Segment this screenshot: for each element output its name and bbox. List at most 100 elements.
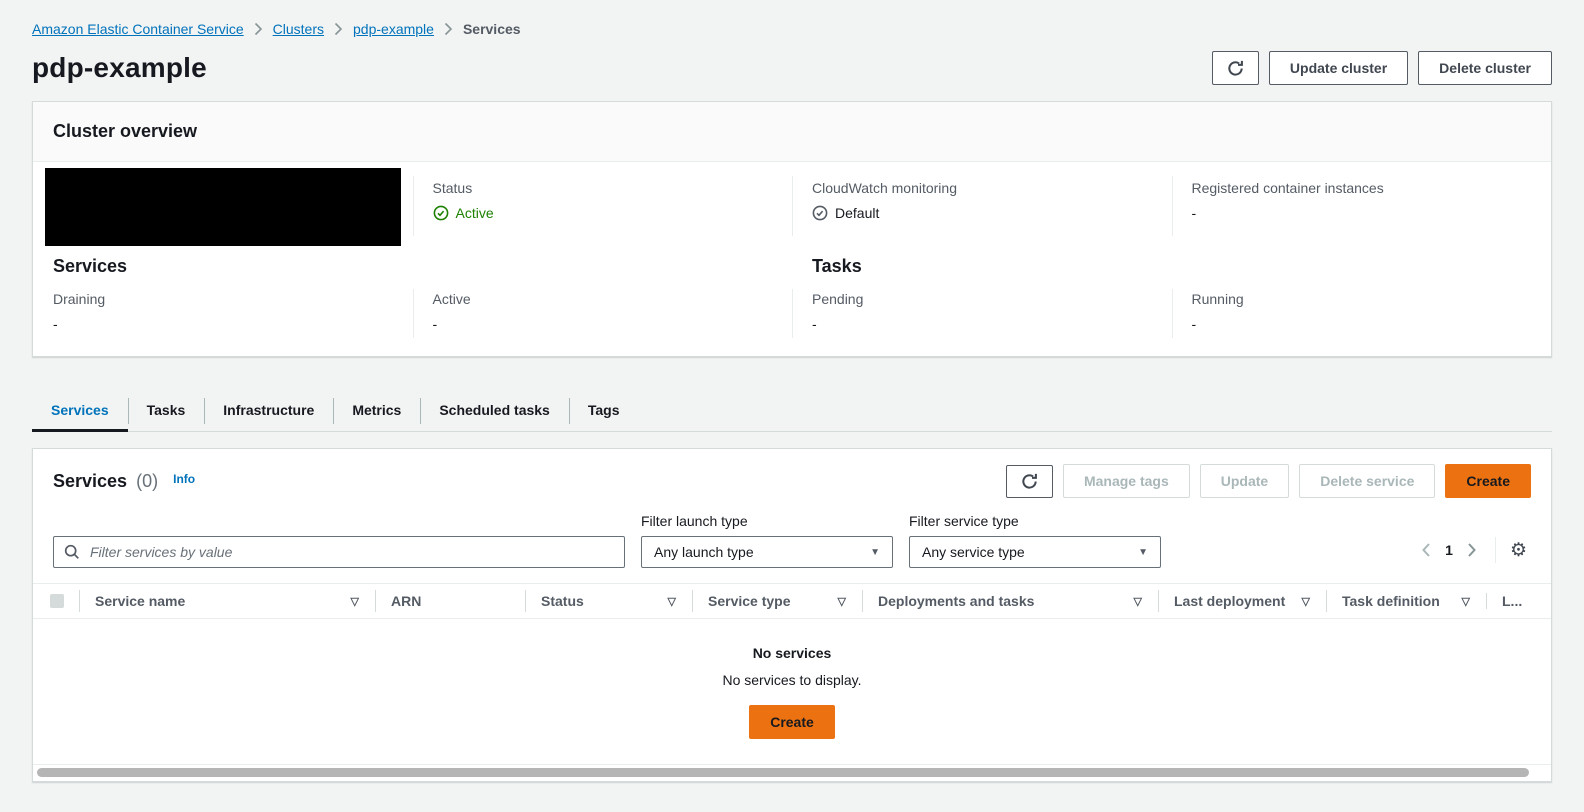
column-label: Service type: [708, 593, 791, 609]
column-header-service-type[interactable]: Service type ▽: [692, 593, 862, 609]
filter-icon[interactable]: ▽: [668, 595, 676, 608]
active-services-value: -: [432, 316, 438, 332]
delete-cluster-button[interactable]: Delete cluster: [1418, 51, 1552, 85]
refresh-icon: [1226, 59, 1245, 78]
check-circle-icon: [812, 205, 828, 221]
breadcrumb-chevron-icon: [254, 22, 263, 36]
previous-page-button[interactable]: [1413, 538, 1439, 562]
info-link[interactable]: Info: [173, 472, 195, 486]
column-header-launch-type[interactable]: L...: [1486, 593, 1551, 609]
filter-launch-type-label: Filter launch type: [641, 513, 748, 529]
draining-cell: Draining -: [33, 279, 413, 356]
status-cell: Status Active: [412, 162, 793, 246]
caret-down-icon: ▼: [870, 546, 880, 558]
breadcrumb-chevron-icon: [334, 22, 343, 36]
draining-value: -: [53, 316, 58, 332]
refresh-services-button[interactable]: [1005, 464, 1053, 498]
search-icon: [64, 544, 80, 560]
column-header-last-deployment[interactable]: Last deployment ▽: [1158, 593, 1326, 609]
gear-icon[interactable]: ⚙: [1506, 539, 1531, 562]
manage-tags-button[interactable]: Manage tags: [1062, 464, 1190, 498]
breadcrumb-current: Services: [462, 21, 521, 37]
services-panel-title-text: Services: [53, 470, 128, 491]
launch-type-select[interactable]: Any launch type ▼: [641, 536, 893, 568]
current-page-number[interactable]: 1: [1439, 542, 1459, 558]
column-header-arn[interactable]: ARN: [375, 593, 525, 609]
registered-instances-label: Registered container instances: [1191, 180, 1384, 196]
column-label: Deployments and tasks: [878, 593, 1035, 609]
empty-state-message: No services to display.: [722, 672, 862, 688]
column-header-status[interactable]: Status ▽: [525, 593, 692, 609]
column-header-deployments[interactable]: Deployments and tasks ▽: [862, 593, 1158, 609]
column-header-task-definition[interactable]: Task definition ▽: [1326, 593, 1486, 609]
tab-scheduled-tasks[interactable]: Scheduled tasks: [420, 391, 569, 431]
create-service-button[interactable]: Create: [1445, 464, 1531, 498]
pending-tasks-label: Pending: [812, 291, 864, 307]
caret-down-icon: ▼: [1138, 546, 1148, 558]
cluster-overview-title: Cluster overview: [33, 102, 1551, 162]
filter-icon[interactable]: ▽: [838, 595, 846, 608]
filter-icon[interactable]: ▽: [351, 595, 359, 608]
select-all-checkbox[interactable]: [50, 594, 64, 608]
next-page-button[interactable]: [1459, 538, 1485, 562]
header-actions: Update cluster Delete cluster: [1211, 51, 1552, 85]
cloudwatch-value: Default: [835, 205, 880, 221]
tab-tags[interactable]: Tags: [568, 391, 639, 431]
filter-icon[interactable]: ▽: [1302, 595, 1310, 608]
services-panel-actions: Manage tags Update Delete service Create: [1005, 464, 1531, 498]
pagination-divider: [1494, 537, 1496, 563]
services-panel-title: Services (0) Info: [53, 471, 195, 492]
breadcrumb: Amazon Elastic Container Service Cluster…: [32, 0, 1552, 37]
registered-instances-cell: Registered container instances -: [1171, 162, 1552, 246]
column-label: Status: [541, 593, 584, 609]
filter-icon[interactable]: ▽: [1134, 595, 1142, 608]
status-value: Active: [455, 205, 494, 221]
service-type-selected-value: Any service type: [922, 544, 1025, 560]
cluster-overview-card: Cluster overview Status Active CloudWatc…: [32, 101, 1552, 357]
status-label: Status: [432, 180, 473, 196]
redacted-cluster-info: [45, 168, 401, 246]
running-tasks-cell: Running -: [1171, 279, 1552, 356]
empty-state-title: No services: [752, 645, 832, 661]
breadcrumb-link-cluster-name[interactable]: pdp-example: [353, 21, 434, 37]
running-tasks-label: Running: [1191, 291, 1244, 307]
pagination: 1 ⚙: [1413, 537, 1531, 568]
column-label: Last deployment: [1174, 593, 1286, 609]
refresh-cluster-button[interactable]: [1211, 51, 1259, 85]
filter-icon[interactable]: ▽: [1462, 595, 1470, 608]
chevron-right-icon: [1467, 542, 1477, 558]
empty-state: No services No services to display. Crea…: [33, 619, 1551, 739]
cluster-tabs: Services Tasks Infrastructure Metrics Sc…: [32, 391, 1552, 432]
pending-tasks-cell: Pending -: [792, 279, 1172, 356]
update-service-button[interactable]: Update: [1199, 464, 1290, 498]
tab-metrics[interactable]: Metrics: [333, 391, 420, 431]
column-header-service-name[interactable]: Service name ▽: [79, 593, 375, 609]
breadcrumb-link-clusters[interactable]: Clusters: [273, 21, 324, 37]
tab-infrastructure[interactable]: Infrastructure: [204, 391, 333, 431]
update-cluster-button[interactable]: Update cluster: [1268, 51, 1409, 85]
create-service-empty-button[interactable]: Create: [749, 705, 835, 739]
cluster-name-cell: [33, 162, 413, 246]
registered-instances-value: -: [1191, 205, 1197, 221]
active-services-cell: Active -: [412, 279, 793, 356]
tab-services[interactable]: Services: [32, 391, 128, 432]
horizontal-scrollbar-thumb[interactable]: [37, 768, 1529, 777]
services-filter-input[interactable]: [88, 543, 614, 561]
active-services-label: Active: [432, 291, 471, 307]
breadcrumb-link-ecs[interactable]: Amazon Elastic Container Service: [32, 21, 244, 37]
service-type-select[interactable]: Any service type ▼: [909, 536, 1161, 568]
running-tasks-value: -: [1191, 316, 1197, 332]
column-label: Task definition: [1342, 593, 1440, 609]
services-search-box: [53, 536, 625, 568]
launch-type-selected-value: Any launch type: [654, 544, 754, 560]
services-panel: Services (0) Info Manage tags Update Del…: [32, 448, 1552, 782]
cloudwatch-cell: CloudWatch monitoring Default: [792, 162, 1172, 246]
ecs-cluster-page: Amazon Elastic Container Service Cluster…: [0, 0, 1584, 782]
select-all-cell: [33, 594, 79, 608]
overview-tasks-heading: Tasks: [812, 256, 862, 276]
draining-label: Draining: [53, 291, 106, 307]
delete-service-button[interactable]: Delete service: [1299, 464, 1436, 498]
services-count: (0): [136, 470, 159, 491]
overview-services-heading: Services: [53, 256, 128, 276]
tab-tasks[interactable]: Tasks: [127, 391, 205, 431]
